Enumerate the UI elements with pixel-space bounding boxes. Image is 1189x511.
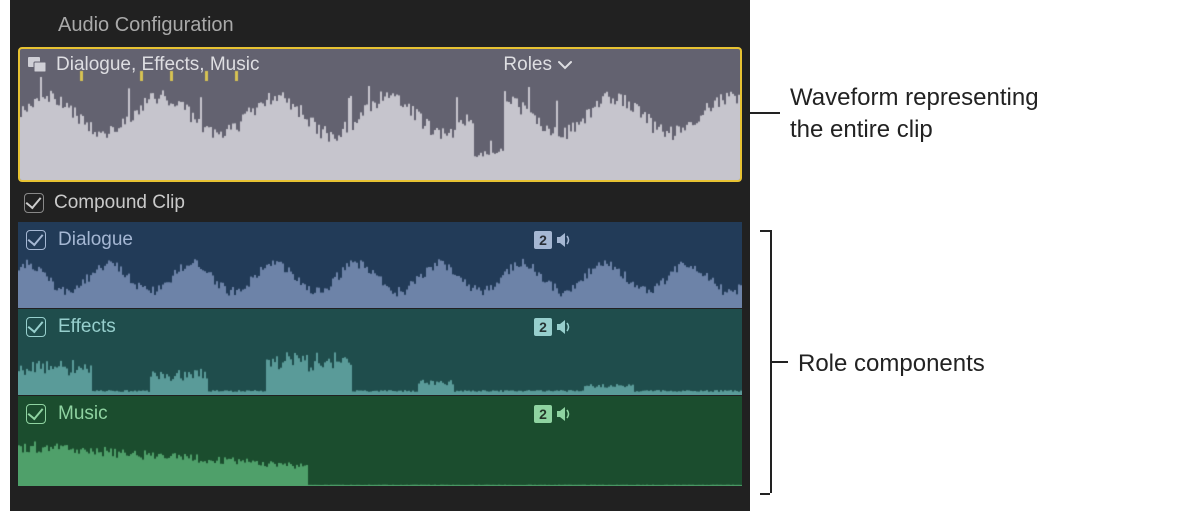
lane-music-label: Music xyxy=(58,403,534,425)
compound-clip-row: Compound Clip xyxy=(18,182,742,222)
roles-dropdown-label: Roles xyxy=(503,54,552,76)
roles-dropdown[interactable]: Roles xyxy=(503,54,572,76)
compound-clip-icon xyxy=(28,57,48,73)
main-clip[interactable]: Dialogue, Effects, Music Roles xyxy=(18,47,742,182)
lane-effects-checkbox[interactable] xyxy=(26,317,46,337)
lane-dialogue-channel-badge: 2 xyxy=(534,231,574,249)
lane-effects[interactable]: Effects 2 xyxy=(18,309,742,395)
lane-effects-channel-badge: 2 xyxy=(534,318,574,336)
lane-dialogue[interactable]: Dialogue 2 xyxy=(18,222,742,308)
callout-components: Role components xyxy=(760,230,1180,500)
lane-music-channel-badge: 2 xyxy=(534,405,574,423)
lane-music-checkbox[interactable] xyxy=(26,404,46,424)
lane-effects-label: Effects xyxy=(58,316,534,338)
callout-components-text: Role components xyxy=(798,348,985,380)
callout-waveform-text: Waveform representing the entire clip xyxy=(790,82,1039,147)
speaker-icon xyxy=(556,319,574,335)
speaker-icon xyxy=(556,232,574,248)
panel-title: Audio Configuration xyxy=(18,6,742,47)
lane-dialogue-checkbox[interactable] xyxy=(26,230,46,250)
compound-clip-checkbox[interactable] xyxy=(24,193,44,213)
speaker-icon xyxy=(556,406,574,422)
audio-config-panel: Audio Configuration Dialogue, Effects, M… xyxy=(10,0,750,511)
lane-dialogue-label: Dialogue xyxy=(58,229,534,251)
lane-music[interactable]: Music 2 xyxy=(18,396,742,486)
compound-clip-label: Compound Clip xyxy=(54,192,185,214)
chevron-down-icon xyxy=(558,54,572,76)
main-clip-title: Dialogue, Effects, Music xyxy=(56,54,503,76)
